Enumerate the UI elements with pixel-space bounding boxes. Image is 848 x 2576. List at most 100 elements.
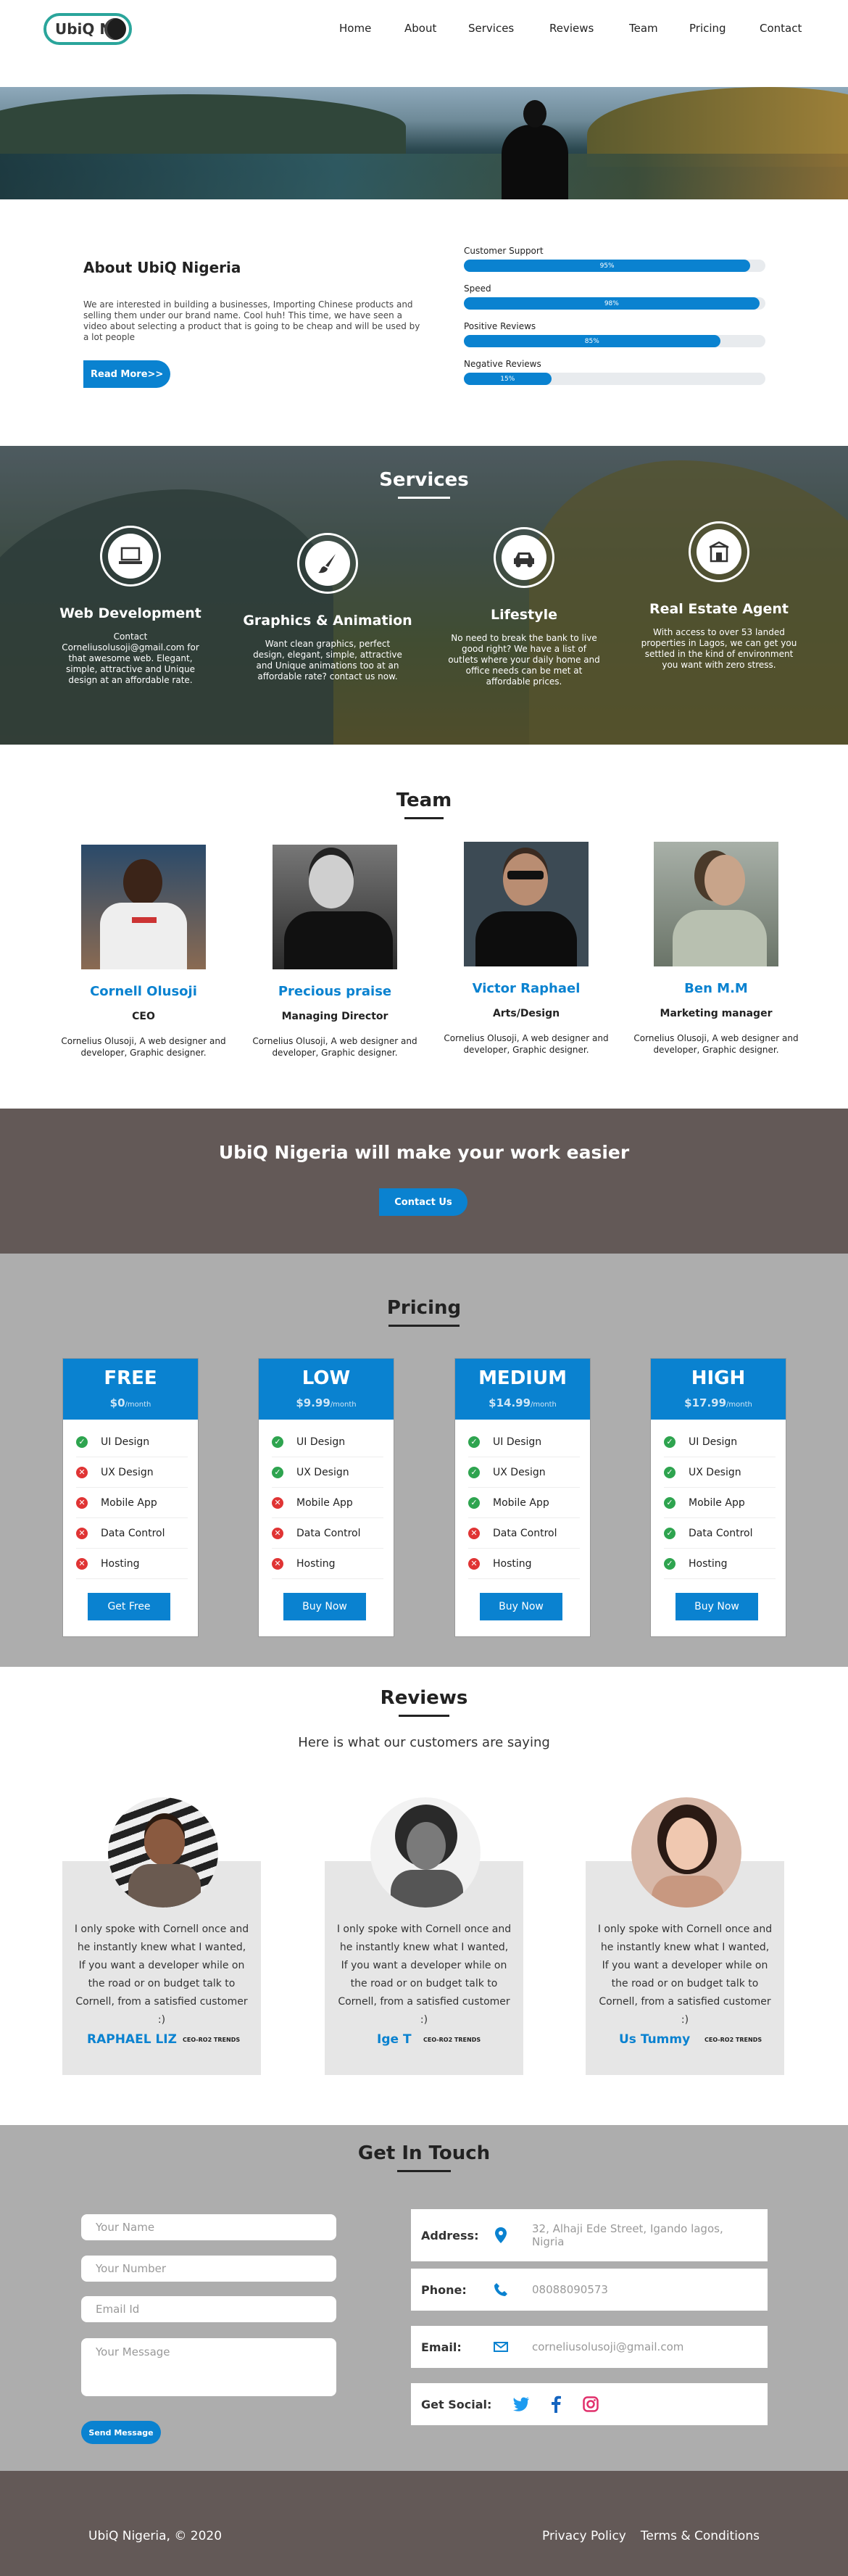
- cross-icon: ✕: [76, 1527, 88, 1539]
- number-input[interactable]: [81, 2256, 336, 2282]
- title-underline: [404, 817, 444, 819]
- check-icon: ✓: [468, 1496, 480, 1509]
- cross-icon: ✕: [272, 1496, 283, 1509]
- cross-icon: ✕: [76, 1466, 88, 1478]
- member-role: Arts/Design: [492, 1008, 560, 1019]
- feature-label: Hosting: [493, 1557, 532, 1570]
- location-pin-icon: [490, 2227, 512, 2243]
- reviewer-avatar: [631, 1797, 741, 1908]
- feature-label: UI Design: [101, 1436, 150, 1448]
- cross-icon: ✕: [272, 1557, 283, 1570]
- plan-feature: ✕ Mobile App: [76, 1488, 188, 1518]
- cross-icon: ✕: [76, 1496, 88, 1509]
- plan-features: ✓ UI Design ✕ UX Design ✕ Mobile App ✕ Data Con…: [63, 1420, 198, 1579]
- member-photo: [81, 845, 206, 969]
- email-value[interactable]: corneliusolusoji@gmail.com: [532, 2340, 683, 2353]
- logo[interactable]: UbiQ NG: [43, 13, 132, 45]
- skill-speed: Speed 98%: [464, 283, 765, 310]
- service-title: Graphics & Animation: [243, 613, 412, 629]
- read-more-button[interactable]: Read More>>: [83, 360, 170, 388]
- nav-services[interactable]: Services: [468, 22, 514, 35]
- privacy-policy-link[interactable]: Privacy Policy: [542, 2529, 626, 2543]
- plan-feature: ✕ Data Control: [468, 1518, 580, 1549]
- feature-label: Mobile App: [493, 1496, 549, 1509]
- team-member: Cornell Olusoji CEO Cornelius Olusoji, A…: [57, 845, 230, 1059]
- feature-label: Mobile App: [296, 1496, 353, 1509]
- skill-fill: 98%: [464, 297, 760, 310]
- nav-about[interactable]: About: [404, 22, 436, 35]
- pricing-title: Pricing: [386, 1297, 462, 1319]
- plan-buy-button[interactable]: Buy Now: [283, 1593, 366, 1620]
- plan-price-period: /month: [330, 1401, 357, 1409]
- email-label: Email:: [421, 2340, 462, 2354]
- plan-name: MEDIUM: [478, 1367, 567, 1389]
- plan-price: $0/month: [63, 1396, 198, 1409]
- feature-label: UX Design: [493, 1466, 546, 1478]
- reviewer-name: RAPHAEL LIZ: [87, 2032, 177, 2047]
- nav-pricing[interactable]: Pricing: [689, 22, 726, 35]
- instagram-icon[interactable]: [580, 2396, 602, 2412]
- plan-feature: ✓ UI Design: [272, 1427, 383, 1457]
- envelope-icon: [490, 2342, 512, 2352]
- cross-icon: ✕: [272, 1527, 283, 1539]
- plan-buy-button[interactable]: Buy Now: [480, 1593, 562, 1620]
- send-message-button[interactable]: Send Message: [81, 2421, 161, 2444]
- team-section: Team Cornell Olusoji CEO Cornelius Oluso…: [0, 745, 848, 1109]
- skills-list: Customer Support 95% Speed 98% Positive …: [464, 246, 765, 397]
- review-card: I only spoke with Cornell once and he in…: [325, 1797, 523, 2075]
- nav-reviews[interactable]: Reviews: [549, 22, 594, 35]
- nav-team[interactable]: Team: [629, 22, 658, 35]
- nav-contact[interactable]: Contact: [760, 22, 802, 35]
- cross-icon: ✕: [468, 1527, 480, 1539]
- plan-header: FREE $0/month: [63, 1359, 198, 1420]
- contact-us-button[interactable]: Contact Us: [379, 1188, 467, 1216]
- pricing-plan: HIGH $17.99/month ✓ UI Design ✓ UX Design ✓ Mob…: [650, 1358, 786, 1637]
- review-text: I only spoke with Cornell once and he in…: [336, 1923, 512, 2026]
- skill-customer-support: Customer Support 95%: [464, 246, 765, 272]
- plan-feature: ✕ Hosting: [76, 1549, 188, 1579]
- service-title: Real Estate Agent: [649, 601, 789, 617]
- nav-home[interactable]: Home: [339, 22, 371, 35]
- paintbrush-icon: [305, 541, 350, 586]
- plan-feature: ✕ Mobile App: [272, 1488, 383, 1518]
- member-photo: [464, 842, 589, 966]
- pricing-plan: MEDIUM $14.99/month ✓ UI Design ✓ UX Design ✓ M…: [454, 1358, 591, 1637]
- plan-price-period: /month: [125, 1401, 151, 1409]
- cta-banner: UbiQ Nigeria will make your work easier …: [0, 1109, 848, 1254]
- hero-mountain-left: [0, 94, 406, 160]
- terms-link[interactable]: Terms & Conditions: [641, 2529, 760, 2543]
- plan-feature: ✓ Mobile App: [468, 1488, 580, 1518]
- skill-negative-reviews: Negative Reviews 15%: [464, 359, 765, 385]
- feature-label: Hosting: [296, 1557, 336, 1570]
- plan-feature: ✓ Hosting: [664, 1549, 776, 1579]
- facebook-icon[interactable]: [545, 2395, 567, 2413]
- check-icon: ✓: [272, 1466, 283, 1478]
- review-text: I only spoke with Cornell once and he in…: [74, 1923, 249, 2026]
- phone-icon: [490, 2282, 512, 2297]
- reviews-subtitle: Here is what our customers are saying: [298, 1735, 550, 1750]
- hero-image: [0, 87, 848, 199]
- plan-buy-button[interactable]: Buy Now: [676, 1593, 758, 1620]
- reviewer-role: CEO-RO2 TRENDS: [704, 2037, 762, 2043]
- review-card: I only spoke with Cornell once and he in…: [62, 1797, 261, 2075]
- phone-value[interactable]: 08088090573: [532, 2283, 608, 2296]
- twitter-icon[interactable]: [510, 2397, 532, 2411]
- member-name: Precious praise: [278, 984, 392, 999]
- navbar: UbiQ NG Home About Services Reviews Team…: [0, 0, 848, 87]
- skill-track: 98%: [464, 297, 765, 310]
- message-textarea[interactable]: [81, 2338, 336, 2396]
- plan-price-value: $14.99: [489, 1396, 531, 1409]
- team-member: Victor Raphael Arts/Design Cornelius Olu…: [439, 842, 613, 1056]
- member-role: Marketing manager: [660, 1008, 773, 1019]
- plan-price: $17.99/month: [651, 1396, 786, 1409]
- plan-feature: ✕ Hosting: [468, 1549, 580, 1579]
- plan-buy-button[interactable]: Get Free: [88, 1593, 170, 1620]
- email-input[interactable]: [81, 2296, 336, 2322]
- check-icon: ✓: [664, 1466, 676, 1478]
- plan-feature: ✕ Data Control: [272, 1518, 383, 1549]
- contact-title: Get In Touch: [357, 2142, 491, 2164]
- cta-title: UbiQ Nigeria will make your work easier: [218, 1142, 630, 1163]
- email-box: Email: corneliusolusoji@gmail.com: [411, 2326, 768, 2368]
- member-photo: [654, 842, 778, 966]
- name-input[interactable]: [81, 2214, 336, 2240]
